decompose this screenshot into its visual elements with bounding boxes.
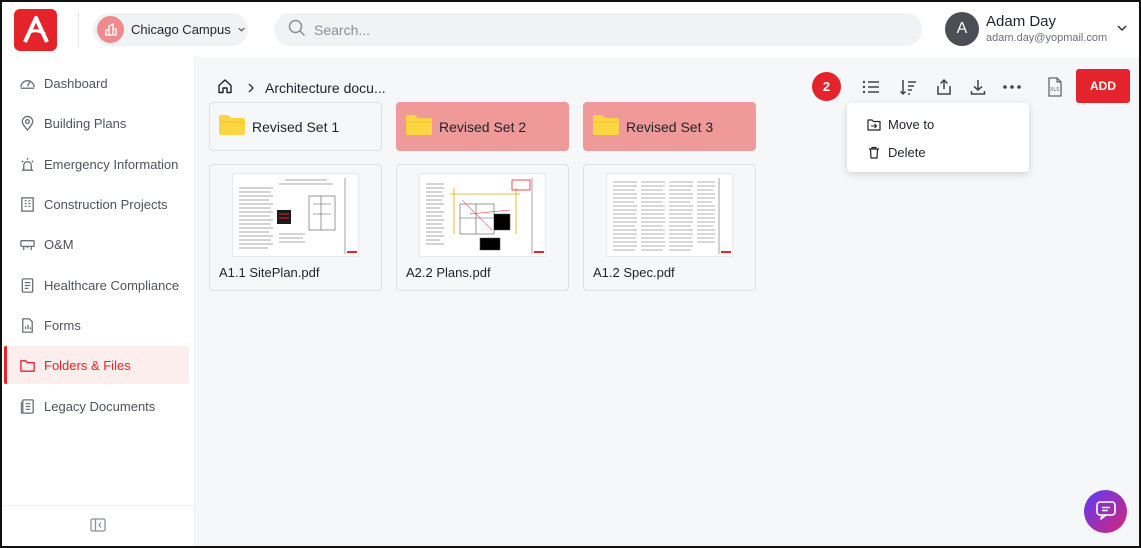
file-name: A1.2 Spec.pdf xyxy=(593,265,675,280)
list-view-icon[interactable] xyxy=(860,76,882,98)
user-menu[interactable]: A Adam Day adam.day@yopmail.com xyxy=(945,12,1127,46)
search-input[interactable] xyxy=(314,21,874,38)
file-name: A2.2 Plans.pdf xyxy=(406,265,491,280)
more-options-menu: Move to Delete xyxy=(847,103,1029,172)
add-button[interactable]: ADD xyxy=(1076,69,1130,103)
sidebar-item-healthcare-compliance[interactable]: Healthcare Compliance xyxy=(4,266,189,304)
app-window: Chicago Campus A Adam Day adam.day@yopma… xyxy=(0,0,1141,548)
sidebar-item-label: Building Plans xyxy=(44,115,127,131)
sidebar-item-label: Healthcare Compliance xyxy=(44,277,180,293)
folder-icon xyxy=(18,356,36,374)
file-card[interactable]: A1.2 Spec.pdf xyxy=(583,164,756,291)
chevron-down-icon xyxy=(237,22,246,37)
trash-icon xyxy=(867,146,881,160)
folder-card[interactable]: Revised Set 3 xyxy=(583,102,756,151)
share-icon[interactable] xyxy=(933,76,955,98)
chat-icon xyxy=(1095,500,1117,523)
folder-card[interactable]: Revised Set 1 xyxy=(209,102,382,151)
chevron-down-icon[interactable] xyxy=(1116,22,1128,37)
more-options-icon[interactable] xyxy=(1001,76,1023,98)
alarm-icon xyxy=(18,155,36,173)
sidebar-item-construction-projects[interactable]: Construction Projects xyxy=(4,185,189,223)
folder-icon xyxy=(218,114,246,139)
move-to-menu-item[interactable]: Move to xyxy=(867,117,934,132)
sidebar-item-folders-files[interactable]: Folders & Files xyxy=(4,346,189,384)
chevron-right-icon xyxy=(247,80,255,96)
search-icon xyxy=(288,19,306,40)
sidebar-item-building-plans[interactable]: Building Plans xyxy=(4,104,189,142)
svg-text:XLS: XLS xyxy=(1050,87,1059,93)
sidebar-item-label: Forms xyxy=(44,317,81,333)
campus-building-icon xyxy=(97,16,124,43)
campus-label: Chicago Campus xyxy=(131,22,231,37)
avatar: A xyxy=(945,12,979,46)
folder-card[interactable]: Revised Set 2 xyxy=(396,102,569,151)
breadcrumb: Architecture docu... xyxy=(217,78,386,97)
selected-count-badge: 2 xyxy=(812,72,841,101)
user-name: Adam Day xyxy=(986,13,1057,30)
pdf-thumbnail xyxy=(419,173,546,257)
main-content: Architecture docu... 2 XLS ADD Revised S… xyxy=(195,57,1139,546)
menu-item-label: Delete xyxy=(888,145,926,160)
campus-selector[interactable]: Chicago Campus xyxy=(93,13,248,46)
chat-support-button[interactable] xyxy=(1084,490,1127,533)
sort-icon[interactable] xyxy=(897,76,919,98)
pdf-thumbnail xyxy=(232,173,359,257)
collapse-sidebar-icon[interactable] xyxy=(90,517,106,535)
download-icon[interactable] xyxy=(967,76,989,98)
folder-label: Revised Set 1 xyxy=(252,118,340,135)
top-header: Chicago Campus A Adam Day adam.day@yopma… xyxy=(2,2,1139,57)
search-bar[interactable] xyxy=(274,13,922,46)
pdf-thumbnail xyxy=(606,173,733,257)
sidebar-item-label: O&M xyxy=(44,236,74,252)
sidebar: Dashboard Building Plans Emergency Infor… xyxy=(2,57,195,546)
tools-icon xyxy=(18,235,36,253)
sidebar-item-om[interactable]: O&M xyxy=(4,225,189,263)
header-divider xyxy=(78,12,79,48)
export-xls-icon[interactable]: XLS xyxy=(1044,76,1066,98)
folder-label: Revised Set 2 xyxy=(439,118,527,135)
folder-label: Revised Set 3 xyxy=(626,118,714,135)
sidebar-item-label: Emergency Information xyxy=(44,156,179,172)
file-name: A1.1 SitePlan.pdf xyxy=(219,265,320,280)
home-icon[interactable] xyxy=(217,78,233,97)
sidebar-item-label: Legacy Documents xyxy=(44,398,156,414)
file-card[interactable]: A2.2 Plans.pdf xyxy=(396,164,569,291)
building-icon xyxy=(18,195,36,213)
sidebar-item-label: Folders & Files xyxy=(44,357,131,373)
sidebar-item-forms[interactable]: Forms xyxy=(4,306,189,344)
map-pin-icon xyxy=(18,114,36,132)
gauge-icon xyxy=(18,74,36,92)
clipboard-icon xyxy=(18,276,36,294)
sidebar-item-dashboard[interactable]: Dashboard xyxy=(4,64,189,102)
sidebar-item-label: Construction Projects xyxy=(44,196,168,212)
sidebar-footer xyxy=(2,505,194,546)
form-icon xyxy=(18,316,36,334)
breadcrumb-current[interactable]: Architecture docu... xyxy=(265,80,386,96)
user-email: adam.day@yopmail.com xyxy=(986,32,1108,44)
documents-icon xyxy=(18,397,36,415)
sidebar-item-emergency-information[interactable]: Emergency Information xyxy=(4,145,189,183)
folder-icon xyxy=(405,114,433,139)
delete-menu-item[interactable]: Delete xyxy=(867,145,926,160)
sidebar-item-label: Dashboard xyxy=(44,75,108,91)
move-folder-icon xyxy=(867,118,881,132)
sidebar-item-legacy-documents[interactable]: Legacy Documents xyxy=(4,387,189,425)
app-logo[interactable] xyxy=(14,9,57,51)
folder-icon xyxy=(592,114,620,139)
file-card[interactable]: A1.1 SitePlan.pdf xyxy=(209,164,382,291)
menu-item-label: Move to xyxy=(888,117,935,132)
